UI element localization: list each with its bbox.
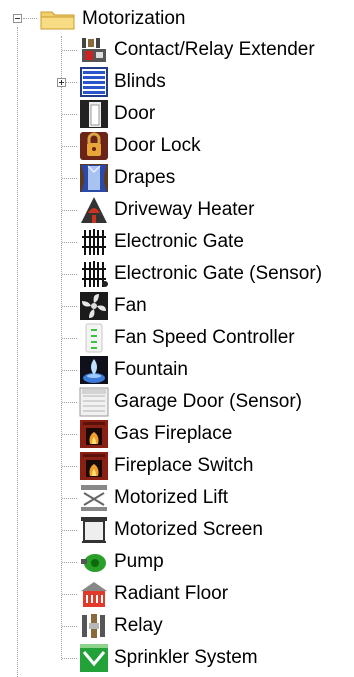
tree-guide-line	[62, 498, 77, 499]
tree-node[interactable]: Motorized Screen	[79, 515, 263, 545]
tree-guide-line	[62, 114, 77, 115]
tree-node[interactable]: Fireplace Switch	[79, 451, 253, 481]
tree-node-label: Sprinkler System	[114, 647, 258, 668]
gas-fireplace-icon	[79, 419, 109, 449]
tree-guide-line	[61, 36, 62, 660]
tree-node-label: Fan	[114, 295, 147, 316]
device-tree: Motorization Contact/Relay Extender Blind…	[0, 0, 354, 677]
tree-node[interactable]: Relay	[79, 611, 163, 641]
tree-node[interactable]: Drapes	[79, 163, 175, 193]
tree-node-label: Pump	[114, 551, 164, 572]
relay-icon	[79, 611, 109, 641]
tree-node-label: Door	[114, 103, 156, 124]
drapes-icon	[79, 163, 109, 193]
tree-node-label: Relay	[114, 615, 163, 636]
tree-node-label: Contact/Relay Extender	[114, 39, 315, 60]
tree-guide-line	[62, 146, 77, 147]
tree-guide-line	[62, 242, 77, 243]
tree-guide-line	[62, 50, 77, 51]
tree-guide-line	[62, 306, 77, 307]
pump-icon	[79, 547, 109, 577]
tree-node[interactable]: Fountain	[79, 355, 188, 385]
tree-guide-line	[62, 466, 77, 467]
blinds-icon	[79, 67, 109, 97]
tree-guide-line	[62, 594, 77, 595]
fan-speed-controller-icon	[79, 323, 109, 353]
tree-guide-line	[62, 530, 77, 531]
radiant-floor-icon	[79, 579, 109, 609]
tree-node-label: Motorization	[82, 8, 186, 29]
sprinkler-system-icon	[79, 643, 109, 673]
tree-guide-line	[62, 274, 77, 275]
fan-icon	[79, 291, 109, 321]
tree-guide-line	[62, 178, 77, 179]
tree-guide-line	[62, 370, 77, 371]
tree-guide-line	[62, 562, 77, 563]
tree-node[interactable]: Door	[79, 99, 155, 129]
motorized-lift-icon	[79, 483, 109, 513]
tree-guide-line	[62, 658, 77, 659]
electronic-gate-icon	[79, 227, 109, 257]
tree-node-label: Fountain	[114, 359, 188, 380]
garage-door-sensor-icon	[79, 387, 109, 417]
tree-guide-line	[62, 338, 77, 339]
tree-node-label: Electronic Gate	[114, 231, 244, 252]
tree-node[interactable]: Gas Fireplace	[79, 419, 232, 449]
tree-node[interactable]: Electronic Gate	[79, 227, 244, 257]
tree-node-label: Garage Door (Sensor)	[114, 391, 302, 412]
expand-toggle[interactable]	[57, 78, 66, 87]
tree-node-label: Door Lock	[114, 135, 201, 156]
tree-node[interactable]: Sprinkler System	[79, 643, 258, 673]
electronic-gate-sensor-icon	[79, 259, 109, 289]
tree-node[interactable]: Fan	[79, 291, 147, 321]
tree-node-label: Blinds	[114, 71, 166, 92]
tree-node[interactable]: Door Lock	[79, 131, 201, 161]
tree-node-label: Motorized Screen	[114, 519, 263, 540]
fountain-icon	[79, 355, 109, 385]
fireplace-switch-icon	[79, 451, 109, 481]
tree-node[interactable]: Motorized Lift	[79, 483, 228, 513]
tree-node-motorization[interactable]: Motorization	[40, 4, 186, 34]
door-icon	[79, 99, 109, 129]
tree-node-label: Drapes	[114, 167, 176, 188]
tree-node-label: Fan Speed Controller	[114, 327, 295, 348]
tree-node-label: Driveway Heater	[114, 199, 255, 220]
tree-guide-line	[62, 434, 77, 435]
tree-node-label: Fireplace Switch	[114, 455, 254, 476]
tree-guide-line	[23, 18, 37, 19]
tree-node-label: Motorized Lift	[114, 487, 229, 508]
tree-node[interactable]: Fan Speed Controller	[79, 323, 295, 353]
tree-guide-line	[17, 27, 18, 677]
tree-node-label: Radiant Floor	[114, 583, 229, 604]
tree-guide-line	[62, 402, 77, 403]
tree-node[interactable]: Garage Door (Sensor)	[79, 387, 302, 417]
tree-node[interactable]: Electronic Gate (Sensor)	[79, 259, 322, 289]
driveway-heater-icon	[79, 195, 109, 225]
tree-node[interactable]: Radiant Floor	[79, 579, 228, 609]
tree-node-label: Gas Fireplace	[114, 423, 233, 444]
tree-node[interactable]: Blinds	[79, 67, 166, 97]
tree-node[interactable]: Driveway Heater	[79, 195, 254, 225]
door-lock-icon	[79, 131, 109, 161]
motorized-screen-icon	[79, 515, 109, 545]
tree-guide-line	[62, 210, 77, 211]
folder-icon	[40, 8, 76, 30]
tree-node-label: Electronic Gate (Sensor)	[114, 263, 323, 284]
collapse-toggle[interactable]	[13, 14, 22, 23]
tree-node[interactable]: Contact/Relay Extender	[79, 35, 315, 65]
tree-node[interactable]: Pump	[79, 547, 164, 577]
contact-relay-extender-icon	[79, 35, 109, 65]
tree-guide-line	[62, 626, 77, 627]
